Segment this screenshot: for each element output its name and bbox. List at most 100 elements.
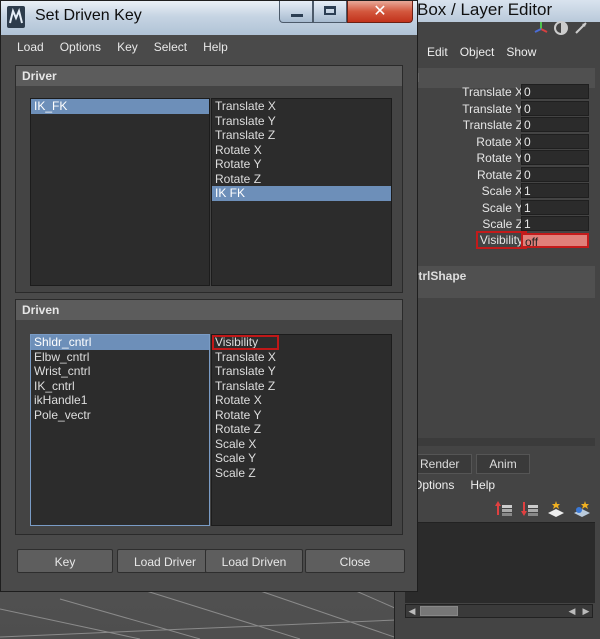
list-item[interactable]: Translate Y <box>212 364 391 379</box>
menu-load[interactable]: Load <box>9 37 52 57</box>
list-item[interactable]: Rotate Y <box>212 157 391 172</box>
tab-anim[interactable]: Anim <box>476 454 530 474</box>
channel-value-field[interactable]: 0 <box>521 150 589 165</box>
channel-box-shape-header[interactable]: ntrlShape <box>405 266 595 286</box>
driven-attribute-list[interactable]: Visibility Translate X Translate Y Trans… <box>211 334 392 526</box>
scroll-right-icon[interactable]: ▶ <box>580 605 592 617</box>
list-item[interactable]: Wrist_cntrl <box>31 364 209 379</box>
sdk-titlebar[interactable]: Set Driven Key ✕ <box>1 1 417 35</box>
list-item[interactable]: IK_cntrl <box>31 379 209 394</box>
layer-menu-help[interactable]: Help <box>462 478 503 492</box>
list-item[interactable]: Translate X <box>212 99 391 114</box>
channel-row[interactable]: Scale X1 <box>405 183 595 200</box>
maya-app-icon <box>7 6 25 28</box>
layer-list[interactable] <box>405 522 595 603</box>
list-item[interactable]: Scale Y <box>212 451 391 466</box>
channel-label: Translate Y <box>462 101 523 116</box>
channel-value-field[interactable]: 1 <box>521 183 589 198</box>
display-icon[interactable] <box>553 20 569 36</box>
list-item[interactable]: Rotate Y <box>212 408 391 423</box>
menu-help[interactable]: Help <box>195 37 236 57</box>
driven-object-list[interactable]: Shldr_cntrl Elbw_cntrl Wrist_cntrl IK_cn… <box>30 334 210 526</box>
channel-label: Rotate X <box>476 134 523 149</box>
layer-editor-menubar: Options Help <box>405 478 595 492</box>
channel-box-title: Box / Layer Editor <box>417 0 553 19</box>
channel-value-field[interactable]: 0 <box>521 133 589 149</box>
minimize-button[interactable] <box>279 1 313 23</box>
list-item[interactable]: ikHandle1 <box>31 393 209 408</box>
key-button[interactable]: Key <box>17 549 113 573</box>
channel-row[interactable]: Rotate X0 <box>405 133 595 151</box>
channel-value-field[interactable]: 0 <box>521 100 589 116</box>
scrollbar-thumb[interactable] <box>420 606 458 616</box>
close-button[interactable]: Close <box>305 549 405 573</box>
list-item[interactable]: Rotate Z <box>212 422 391 437</box>
axis-icon[interactable] <box>533 20 549 36</box>
new-layer-selected-icon[interactable] <box>573 500 591 518</box>
channel-box-window: Box / Layer Editor Edit Object Show rl T… <box>394 0 600 639</box>
scroll-left-icon[interactable]: ◀ <box>406 605 418 617</box>
driver-header[interactable]: Driver <box>16 66 402 86</box>
channel-row[interactable]: Translate Z0 <box>405 117 595 134</box>
channel-row-visibility[interactable]: Visibility off <box>405 230 595 250</box>
menu-options[interactable]: Options <box>52 37 109 57</box>
list-item[interactable]: Scale Z <box>212 466 391 481</box>
list-item-selected[interactable]: Shldr_cntrl <box>31 335 209 350</box>
channel-value-field[interactable]: 0 <box>521 166 589 182</box>
channel-label: Rotate Z <box>476 167 523 182</box>
list-item-visibility[interactable]: Visibility <box>212 335 279 350</box>
cb-menu-object[interactable]: Object <box>454 42 501 64</box>
channel-row[interactable]: Translate Y0 <box>405 100 595 118</box>
channel-row[interactable]: Scale Y1 <box>405 199 595 217</box>
load-driven-button[interactable]: Load Driven <box>205 549 303 573</box>
cb-menu-show[interactable]: Show <box>500 42 542 64</box>
channel-value-field[interactable]: 0 <box>521 117 589 132</box>
menu-select[interactable]: Select <box>146 37 195 57</box>
maximize-icon <box>324 6 336 15</box>
move-layer-up-icon[interactable] <box>495 500 513 518</box>
driver-object-list[interactable]: IK_FK <box>30 98 210 286</box>
channel-value-field[interactable]: 1 <box>521 199 589 215</box>
driven-header[interactable]: Driven <box>16 300 402 320</box>
maximize-button[interactable] <box>313 1 347 23</box>
channel-label: Scale Y <box>481 200 523 215</box>
channel-box-titlebar[interactable]: Box / Layer Editor <box>395 0 600 22</box>
horizontal-scrollbar[interactable]: ◀ ◀ ▶ <box>405 604 593 618</box>
close-icon: ✕ <box>373 3 387 20</box>
list-item[interactable]: Translate Y <box>212 114 391 129</box>
channel-row[interactable]: Translate X0 <box>405 84 595 101</box>
channel-box-menubar: Edit Object Show <box>405 42 595 64</box>
list-item[interactable]: Rotate Z <box>212 172 391 187</box>
sdk-button-row: Key Load Driver Load Driven Close <box>17 549 407 575</box>
menu-key[interactable]: Key <box>109 37 146 57</box>
scroll-left-end-icon[interactable]: ◀ <box>566 605 578 617</box>
move-layer-down-icon[interactable] <box>521 500 539 518</box>
list-item[interactable]: IK_FK <box>31 99 209 114</box>
close-window-button[interactable]: ✕ <box>347 1 413 23</box>
minimize-icon <box>291 14 303 17</box>
list-item[interactable]: Scale X <box>212 437 391 452</box>
list-item[interactable]: Translate Z <box>212 128 391 143</box>
channel-value-field[interactable]: 0 <box>521 84 589 99</box>
layer-toolbar <box>495 500 591 518</box>
pick-icon[interactable] <box>573 20 589 36</box>
new-layer-icon[interactable] <box>547 500 565 518</box>
load-driver-button[interactable]: Load Driver <box>117 549 213 573</box>
list-item-selected[interactable]: IK FK <box>212 186 391 201</box>
shape-header-bar <box>405 286 595 298</box>
visibility-value-field[interactable]: off <box>521 232 589 249</box>
channel-row[interactable]: Rotate Z0 <box>405 166 595 184</box>
sdk-menubar: Load Options Key Select Help <box>9 37 409 57</box>
panel-splitter[interactable] <box>405 438 595 446</box>
channel-row[interactable]: Rotate Y0 <box>405 150 595 167</box>
list-item[interactable]: Translate X <box>212 350 391 365</box>
channel-label: Translate Z <box>462 118 523 132</box>
driver-attribute-list[interactable]: Translate X Translate Y Translate Z Rota… <box>211 98 392 286</box>
list-item[interactable]: Rotate X <box>212 393 391 408</box>
list-item[interactable]: Translate Z <box>212 379 391 394</box>
list-item[interactable]: Rotate X <box>212 143 391 158</box>
list-item[interactable]: Elbw_cntrl <box>31 350 209 365</box>
channel-value-field[interactable]: 1 <box>521 216 589 231</box>
list-item[interactable]: Pole_vectr <box>31 408 209 423</box>
set-driven-key-window: Set Driven Key ✕ Load Options Key Select… <box>0 0 418 592</box>
